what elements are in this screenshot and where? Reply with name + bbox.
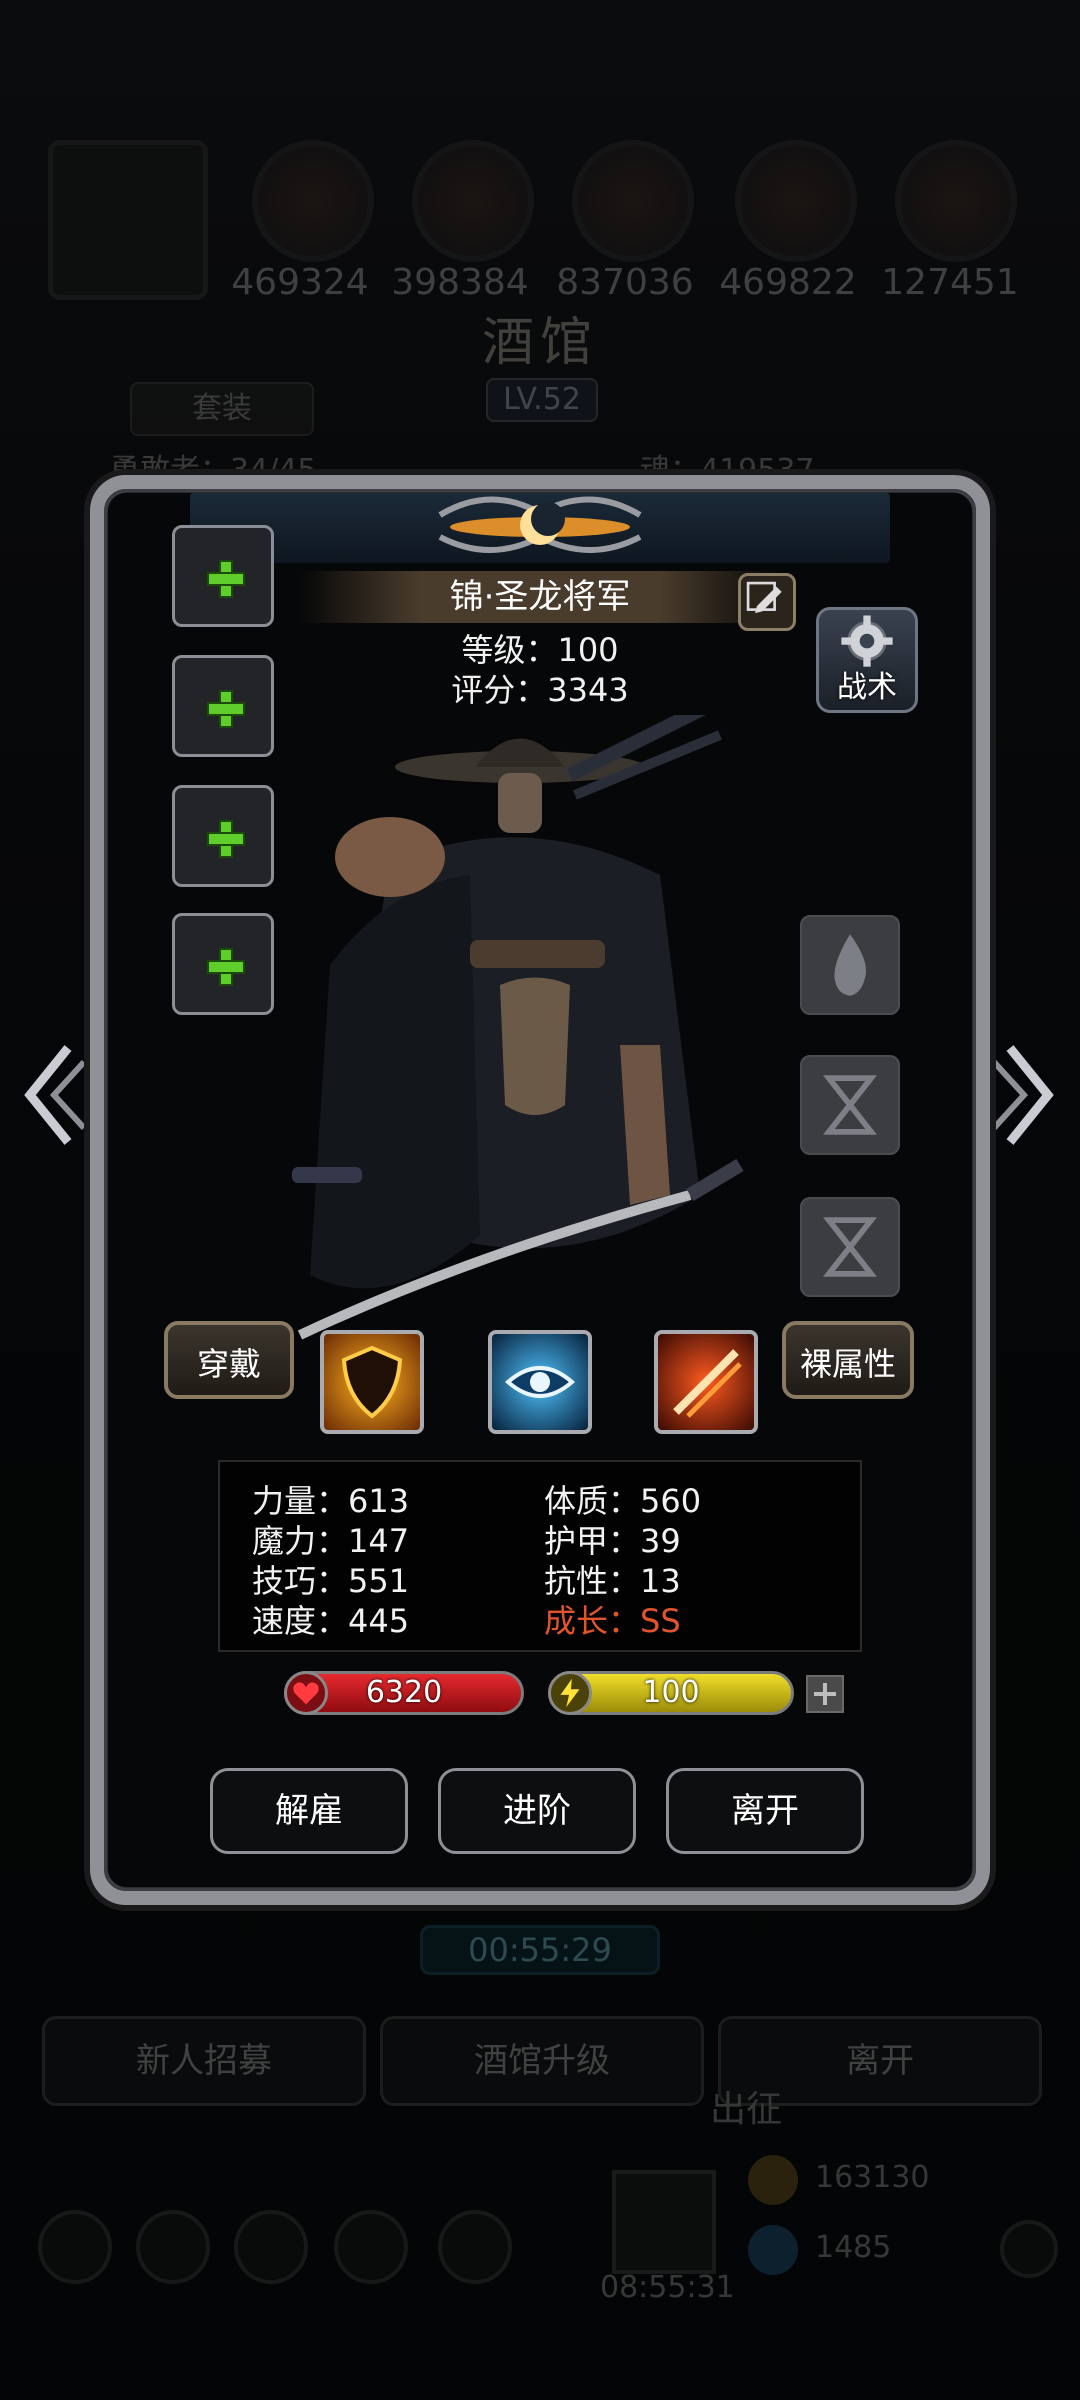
resource-icon-1 <box>252 140 374 262</box>
gold-coin-icon <box>748 2155 798 2205</box>
stat-growth: 成长：SS <box>544 1602 681 1640</box>
dialog-emblem-icon <box>438 496 642 553</box>
heart-icon <box>284 1671 328 1715</box>
recruit-button: 新人招募 <box>42 2016 366 2106</box>
resource-value-1: 469324 <box>231 262 369 303</box>
resource-value-4: 469822 <box>719 262 857 303</box>
resource-icon-3 <box>572 140 694 262</box>
resource-value-2: 398384 <box>391 262 529 303</box>
expedition-building <box>612 2170 716 2274</box>
tavern-title: 酒馆 <box>481 313 598 373</box>
suit-tab: 套装 <box>130 382 314 436</box>
stats-panel: 力量：613 魔力：147 技巧：551 速度：445 体质：560 护甲：39… <box>218 1460 862 1652</box>
equip-button[interactable]: 穿戴 <box>164 1321 294 1399</box>
tactics-label: 战术 <box>837 670 897 705</box>
accessory-slot-2[interactable] <box>172 913 274 1015</box>
dismiss-button[interactable]: 解雇 <box>210 1768 408 1854</box>
tavern-timer: 00:55:29 <box>420 1925 660 1975</box>
flame-icon <box>834 934 866 996</box>
previous-hero-arrow-icon[interactable] <box>16 1040 86 1150</box>
advance-button[interactable]: 进阶 <box>438 1768 636 1854</box>
expedition-cost-gem: 1485 <box>815 2230 892 2265</box>
eye-icon <box>504 1366 576 1398</box>
armor-slot[interactable] <box>172 655 274 757</box>
tavern-upgrade-button: 酒馆升级 <box>380 2016 704 2106</box>
expedition-timer: 08:55:31 <box>600 2270 735 2305</box>
next-hero-arrow-icon[interactable] <box>992 1040 1062 1150</box>
rune-slot-hourglass-2[interactable] <box>800 1197 900 1297</box>
nav-icon-1 <box>38 2210 112 2284</box>
resource-icon-2 <box>412 140 534 262</box>
rune-slot-fire[interactable] <box>800 915 900 1015</box>
nav-icon-4 <box>334 2210 408 2284</box>
hourglass-icon <box>822 1217 878 1277</box>
expedition-cost-gold: 163130 <box>815 2160 930 2195</box>
tactics-button[interactable]: 战术 <box>816 607 918 713</box>
hourglass-icon <box>822 1075 878 1135</box>
tavern-level: LV.52 <box>486 378 598 422</box>
weapon-slot[interactable] <box>172 525 274 627</box>
inventory-slot <box>48 140 208 300</box>
lightning-icon <box>548 1671 592 1715</box>
skill-shield[interactable] <box>320 1330 424 1434</box>
accessory-slot-1[interactable] <box>172 785 274 887</box>
bare-attributes-button[interactable]: 裸属性 <box>782 1321 914 1399</box>
nav-icon-3 <box>234 2210 308 2284</box>
expedition-label: 出征 <box>710 2089 783 2130</box>
resource-value-5: 127451 <box>881 262 1019 303</box>
add-equipment-icon <box>207 690 245 728</box>
gem-icon <box>748 2225 798 2275</box>
rune-slot-hourglass-1[interactable] <box>800 1055 900 1155</box>
slash-icon <box>673 1349 742 1418</box>
hero-portrait <box>292 715 744 1340</box>
add-energy-button[interactable] <box>806 1675 844 1713</box>
skill-eye[interactable] <box>488 1330 592 1434</box>
add-icon <box>1000 2220 1058 2278</box>
resource-icon-5 <box>895 140 1017 262</box>
nav-icon-2 <box>136 2210 210 2284</box>
rename-button[interactable] <box>738 573 796 631</box>
resource-value-3: 837036 <box>556 262 694 303</box>
edit-pencil-icon <box>746 581 782 614</box>
leave-button[interactable]: 离开 <box>666 1768 864 1854</box>
hero-name: 锦·圣龙将军 <box>300 571 780 623</box>
resource-icon-4 <box>735 140 857 262</box>
skill-slash[interactable] <box>654 1330 758 1434</box>
add-equipment-icon <box>207 820 245 858</box>
shield-icon <box>341 1345 403 1419</box>
nav-icon-5 <box>438 2210 512 2284</box>
add-equipment-icon <box>207 948 245 986</box>
stat-speed: 速度：445 <box>252 1602 410 1640</box>
hero-detail-dialog: 锦·圣龙将军 等级：100 评分：3343 战术 穿戴 裸属性 力量：613 魔… <box>90 475 990 1905</box>
add-equipment-icon <box>207 560 245 598</box>
